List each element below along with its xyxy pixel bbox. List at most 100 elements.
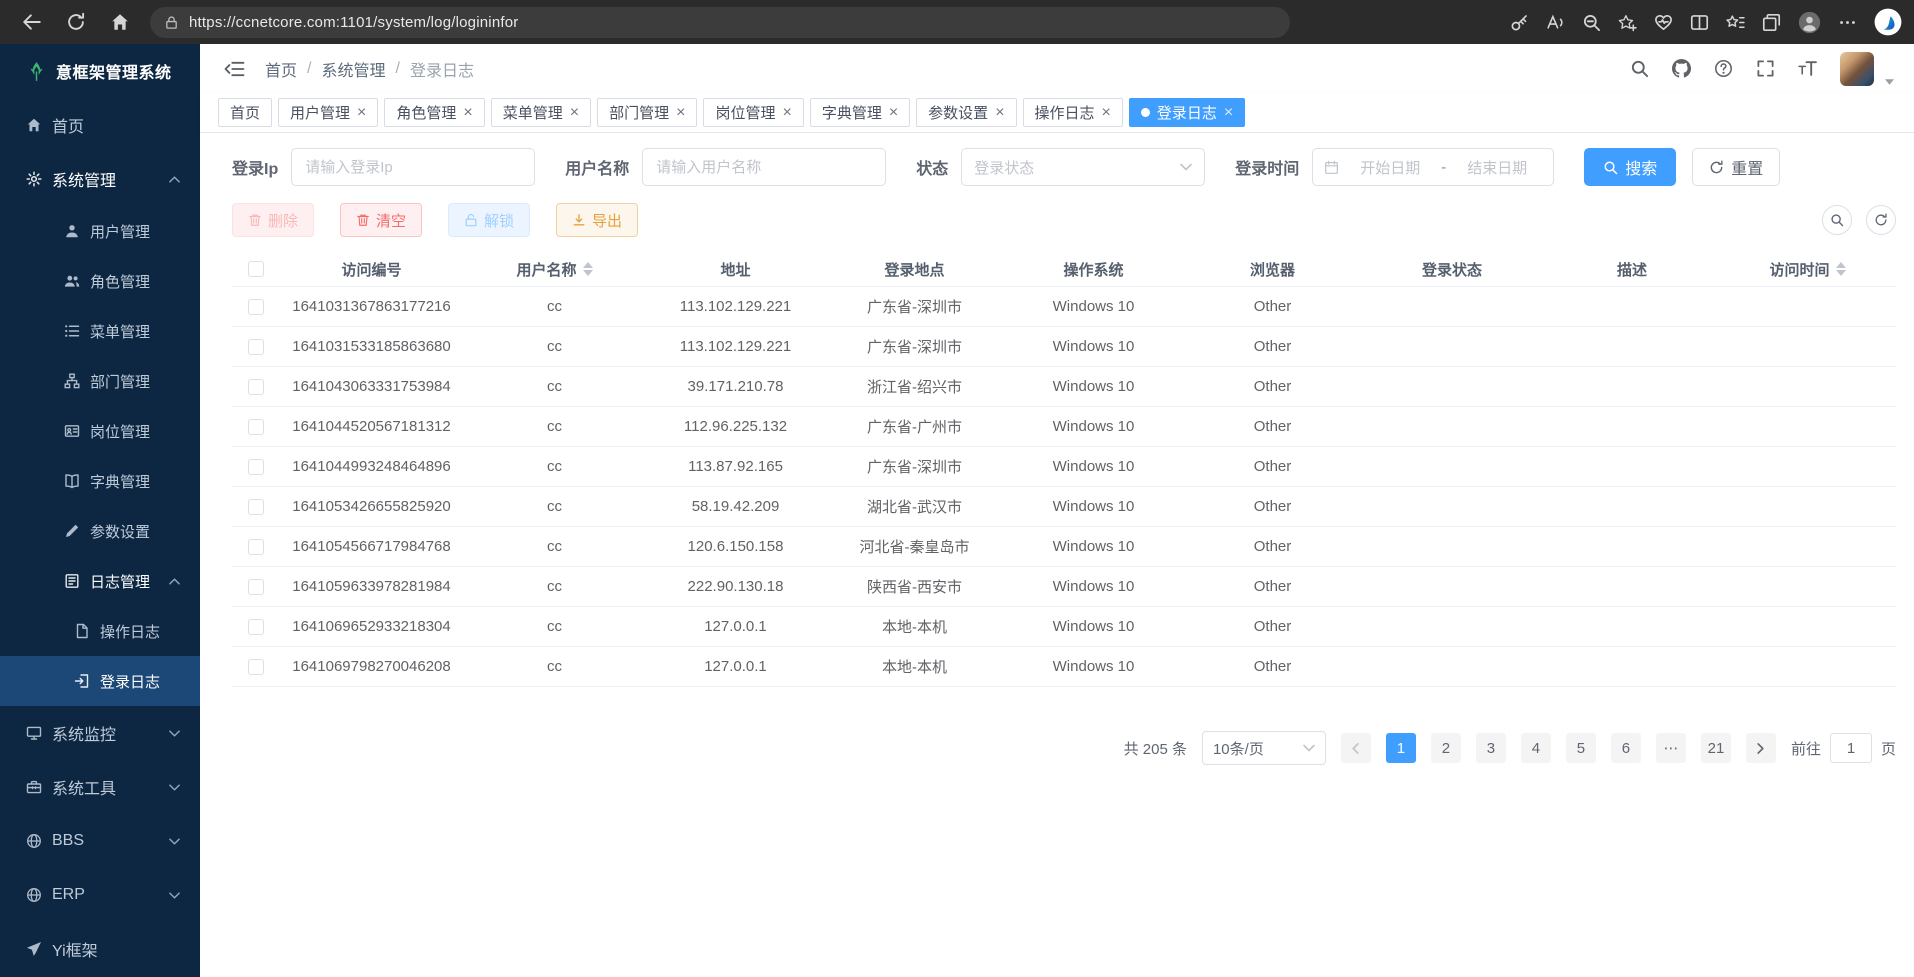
- page-button-4[interactable]: 4: [1521, 733, 1551, 763]
- clear-button[interactable]: 清空: [340, 203, 422, 237]
- status-select[interactable]: 登录状态: [961, 148, 1205, 186]
- column-header-ip[interactable]: 地址: [646, 259, 825, 280]
- close-icon[interactable]: ×: [463, 105, 472, 121]
- row-checkbox[interactable]: [248, 379, 264, 395]
- sidebar-item-role[interactable]: 角色管理: [0, 256, 200, 306]
- close-icon[interactable]: ×: [570, 105, 579, 121]
- close-icon[interactable]: ×: [1224, 105, 1233, 121]
- back-icon[interactable]: [22, 12, 42, 32]
- tab-9[interactable]: 登录日志×: [1129, 98, 1245, 127]
- tab-8[interactable]: 操作日志×: [1023, 98, 1123, 127]
- page-button-21[interactable]: 21: [1701, 733, 1731, 763]
- goto-page-input[interactable]: [1830, 733, 1872, 763]
- table-row[interactable]: 1641031367863177216cc113.102.129.221广东省-…: [232, 287, 1896, 327]
- zoom-out-icon[interactable]: [1582, 13, 1601, 32]
- column-header-location[interactable]: 登录地点: [825, 259, 1004, 280]
- next-page-button[interactable]: [1746, 733, 1776, 763]
- tab-7[interactable]: 参数设置×: [916, 98, 1016, 127]
- column-header-time[interactable]: 访问时间: [1722, 259, 1893, 280]
- row-checkbox[interactable]: [248, 339, 264, 355]
- page-button-1[interactable]: 1: [1386, 733, 1416, 763]
- favorites-icon[interactable]: [1726, 13, 1745, 32]
- tab-3[interactable]: 菜单管理×: [491, 98, 591, 127]
- column-header-id[interactable]: 访问编号: [280, 259, 463, 280]
- breadcrumb-item[interactable]: 系统管理: [321, 57, 385, 81]
- sidebar-item-log[interactable]: 日志管理: [0, 556, 200, 606]
- table-row[interactable]: 1641043063331753984cc39.171.210.78浙江省-绍兴…: [232, 367, 1896, 407]
- profile-icon[interactable]: [1798, 11, 1821, 34]
- row-checkbox[interactable]: [248, 499, 264, 515]
- more-icon[interactable]: [1838, 13, 1857, 32]
- sort-icon[interactable]: [583, 262, 593, 276]
- home-icon[interactable]: [110, 12, 130, 32]
- table-row[interactable]: 1641059633978281984cc222.90.130.18陕西省-西安…: [232, 567, 1896, 607]
- sidebar-item-post[interactable]: 岗位管理: [0, 406, 200, 456]
- table-row[interactable]: 1641069798270046208cc127.0.0.1本地-本机Windo…: [232, 647, 1896, 687]
- sort-icon[interactable]: [1836, 262, 1846, 276]
- column-header-status[interactable]: 登录状态: [1362, 259, 1542, 280]
- close-icon[interactable]: ×: [889, 105, 898, 121]
- sidebar-item-loginlog[interactable]: 登录日志: [0, 656, 200, 706]
- tab-0[interactable]: 首页: [218, 98, 272, 127]
- date-range-picker[interactable]: 开始日期 - 结束日期: [1312, 148, 1554, 186]
- table-row[interactable]: 1641044993248464896cc113.87.92.165广东省-深圳…: [232, 447, 1896, 487]
- row-checkbox[interactable]: [248, 299, 264, 315]
- read-aloud-icon[interactable]: [1546, 13, 1565, 32]
- sidebar-item-bbs[interactable]: BBS: [0, 814, 200, 868]
- delete-button[interactable]: 删除: [232, 203, 314, 237]
- user-avatar[interactable]: [1840, 52, 1874, 86]
- login-ip-input[interactable]: [291, 148, 535, 186]
- username-input[interactable]: [642, 148, 886, 186]
- fullscreen-icon[interactable]: [1756, 59, 1775, 78]
- pagination-ellipsis[interactable]: ⋯: [1656, 733, 1686, 763]
- column-header-os[interactable]: 操作系统: [1004, 259, 1183, 280]
- github-icon[interactable]: [1672, 59, 1691, 78]
- refresh-icon[interactable]: [66, 12, 86, 32]
- split-screen-icon[interactable]: [1690, 13, 1709, 32]
- sidebar-item-yi[interactable]: Yi框架: [0, 922, 200, 976]
- row-checkbox[interactable]: [248, 619, 264, 635]
- table-row[interactable]: 1641069652933218304cc127.0.0.1本地-本机Windo…: [232, 607, 1896, 647]
- close-icon[interactable]: ×: [782, 105, 791, 121]
- sidebar-item-operlog[interactable]: 操作日志: [0, 606, 200, 656]
- caret-down-icon[interactable]: [1885, 79, 1894, 85]
- favorite-add-icon[interactable]: [1618, 13, 1637, 32]
- close-icon[interactable]: ×: [676, 105, 685, 121]
- reset-button[interactable]: 重置: [1692, 148, 1780, 186]
- sidebar-item-tool[interactable]: 系统工具: [0, 760, 200, 814]
- sidebar-item-menu[interactable]: 菜单管理: [0, 306, 200, 356]
- collapse-menu-icon[interactable]: [224, 60, 245, 78]
- table-row[interactable]: 1641031533185863680cc113.102.129.221广东省-…: [232, 327, 1896, 367]
- tab-2[interactable]: 角色管理×: [384, 98, 484, 127]
- page-button-2[interactable]: 2: [1431, 733, 1461, 763]
- column-header-desc[interactable]: 描述: [1542, 259, 1722, 280]
- table-search-button[interactable]: [1822, 205, 1852, 235]
- tab-6[interactable]: 字典管理×: [810, 98, 910, 127]
- browser-essentials-icon[interactable]: [1654, 13, 1673, 32]
- sidebar-item-dept[interactable]: 部门管理: [0, 356, 200, 406]
- row-checkbox[interactable]: [248, 579, 264, 595]
- page-button-5[interactable]: 5: [1566, 733, 1596, 763]
- key-icon[interactable]: [1510, 13, 1529, 32]
- table-row[interactable]: 1641054566717984768cc120.6.150.158河北省-秦皇…: [232, 527, 1896, 567]
- export-button[interactable]: 导出: [556, 203, 638, 237]
- fontsize-icon[interactable]: [1798, 59, 1817, 78]
- column-header-user[interactable]: 用户名称: [463, 259, 646, 280]
- sidebar-item-config[interactable]: 参数设置: [0, 506, 200, 556]
- row-checkbox[interactable]: [248, 659, 264, 675]
- page-button-6[interactable]: 6: [1611, 733, 1641, 763]
- close-icon[interactable]: ×: [995, 105, 1004, 121]
- tab-4[interactable]: 部门管理×: [597, 98, 697, 127]
- unlock-button[interactable]: 解锁: [448, 203, 530, 237]
- select-all-checkbox[interactable]: [248, 261, 264, 277]
- search-icon[interactable]: [1630, 59, 1649, 78]
- search-button[interactable]: 搜索: [1584, 148, 1676, 186]
- page-size-select[interactable]: 10条/页: [1202, 731, 1326, 765]
- help-icon[interactable]: [1714, 59, 1733, 78]
- close-icon[interactable]: ×: [357, 105, 366, 121]
- sidebar-item-dict[interactable]: 字典管理: [0, 456, 200, 506]
- table-refresh-button[interactable]: [1866, 205, 1896, 235]
- address-bar[interactable]: https://ccnetcore.com:1101/system/log/lo…: [150, 7, 1290, 38]
- sidebar-item-user[interactable]: 用户管理: [0, 206, 200, 256]
- collections-icon[interactable]: [1762, 13, 1781, 32]
